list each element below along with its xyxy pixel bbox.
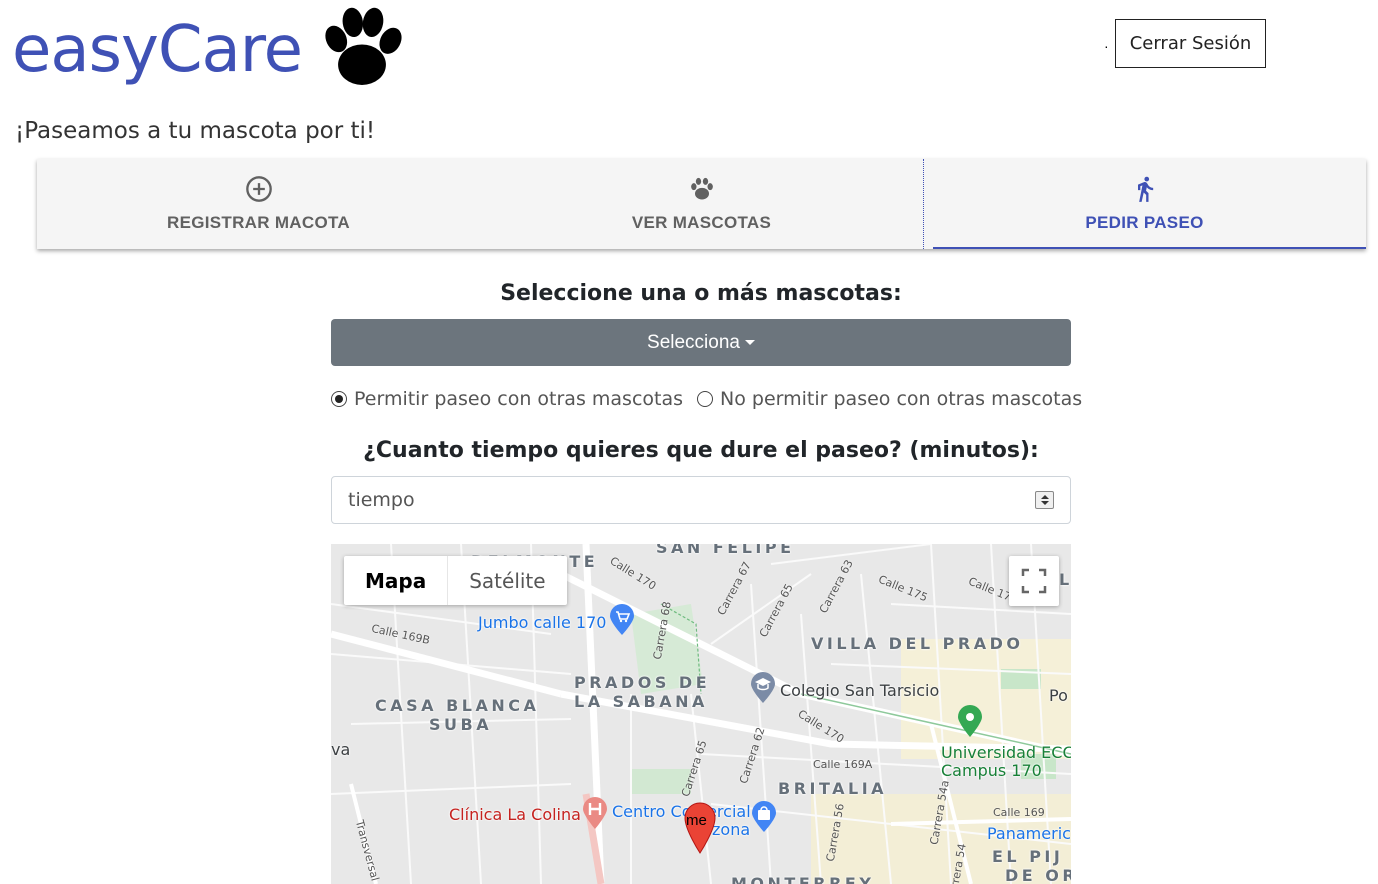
fullscreen-icon [1021, 568, 1047, 594]
pets-heading: Seleccione una o más mascotas: [500, 281, 902, 306]
poi-clinica-label[interactable]: Clínica La Colina [449, 805, 581, 824]
walk-mode-radios: Permitir paseo con otras mascotas No per… [331, 388, 1082, 410]
stepper-down-icon[interactable] [1041, 501, 1049, 505]
street-label: Calle 169A [813, 758, 873, 771]
fullscreen-button[interactable] [1009, 556, 1059, 606]
stepper-up-icon[interactable] [1041, 495, 1049, 499]
brand-logo: easyCare [12, 4, 408, 96]
radio-allow-others[interactable]: Permitir paseo con otras mascotas [331, 388, 683, 410]
tab-label: REGISTRAR MACOTA [167, 213, 350, 232]
radio-button[interactable] [331, 391, 347, 407]
tab-label: PEDIR PASEO [1085, 213, 1204, 232]
tab-label: VER MASCOTAS [631, 213, 772, 232]
paw-icon [690, 177, 713, 200]
poi-universidad-label-2[interactable]: Campus 170 [941, 762, 1042, 780]
caret-down-icon [744, 340, 755, 345]
paw-logo-icon [325, 7, 402, 85]
area-label: CASA BLANCA [375, 696, 540, 715]
add-circle-icon [245, 176, 272, 202]
tagline: ¡Paseamos a tu mascota por ti! [15, 118, 376, 144]
poi-edge-label: Po [1049, 686, 1068, 705]
area-edge-label: L [1059, 570, 1071, 589]
area-label: MONTERREY [731, 874, 875, 884]
poi-universidad-label-1[interactable]: Universidad ECC [941, 744, 1071, 762]
radio-deny-others[interactable]: No permitir paseo con otras mascotas [697, 388, 1082, 410]
map-type-map-button[interactable]: Mapa [344, 556, 449, 605]
poi-edge-label: va [331, 740, 351, 759]
area-label: VILLA DEL PRADO [811, 634, 1024, 653]
poi-centro-label-1[interactable]: Centro Comercial [612, 802, 751, 821]
poi-colegio-label[interactable]: Colegio San Tarsicio [780, 681, 939, 700]
radio-deny-label: No permitir paseo con otras mascotas [720, 388, 1083, 410]
area-label: DE OR [1005, 866, 1071, 884]
shopping-bag-pin-icon[interactable] [751, 801, 777, 833]
area-label: SAN FELIPE [656, 544, 795, 557]
duration-input[interactable] [331, 476, 1071, 524]
area-label: EL PIJ [992, 847, 1064, 866]
area-label: PRADOS DE [574, 673, 711, 692]
university-pin-icon[interactable] [957, 704, 983, 738]
hospital-pin-icon[interactable] [582, 796, 608, 830]
map-type-control: Mapa Satélite [344, 556, 567, 605]
duration-stepper[interactable] [1035, 491, 1054, 509]
tab-pedir-paseo[interactable]: PEDIR PASEO [923, 159, 1366, 249]
marker-label: me [686, 812, 707, 829]
logout-button[interactable]: Cerrar Sesión [1115, 19, 1266, 68]
poi-panamericana-label[interactable]: Panameric [987, 824, 1071, 843]
radio-button[interactable] [697, 391, 714, 407]
area-label: SUBA [429, 715, 493, 734]
area-label: BRITALIA [778, 779, 888, 798]
tab-ver-mascotas[interactable]: VER MASCOTAS [480, 159, 923, 249]
pet-select-dropdown[interactable]: Selecciona [331, 319, 1071, 366]
area-label: LA SABANA [574, 692, 708, 711]
shopping-cart-pin-icon[interactable] [609, 604, 635, 636]
school-pin-icon[interactable] [750, 672, 776, 704]
brand-name: easyCare [12, 13, 303, 87]
street-label: Calle 169 [993, 806, 1045, 819]
tab-registrar-mascota[interactable]: REGISTRAR MACOTA [37, 159, 480, 249]
walk-icon [1137, 176, 1153, 202]
map-type-satellite-button[interactable]: Satélite [448, 556, 566, 605]
poi-jumbo-label[interactable]: Jumbo calle 170 [478, 613, 606, 632]
radio-allow-label: Permitir paseo con otras mascotas [354, 388, 684, 410]
duration-heading: ¿Cuanto tiempo quieres que dure el paseo… [363, 438, 1039, 463]
pet-select-label: Selecciona [647, 331, 740, 353]
poi-centro-label-2[interactable]: zona [712, 820, 750, 839]
header-separator: · [1104, 38, 1109, 54]
main-tabs: REGISTRAR MACOTA VER MASCOTAS PEDIR PASE… [37, 159, 1366, 249]
map-view[interactable]: SAN FELIPE DELMONTE VILLA DEL PRADO PRAD… [331, 544, 1071, 884]
